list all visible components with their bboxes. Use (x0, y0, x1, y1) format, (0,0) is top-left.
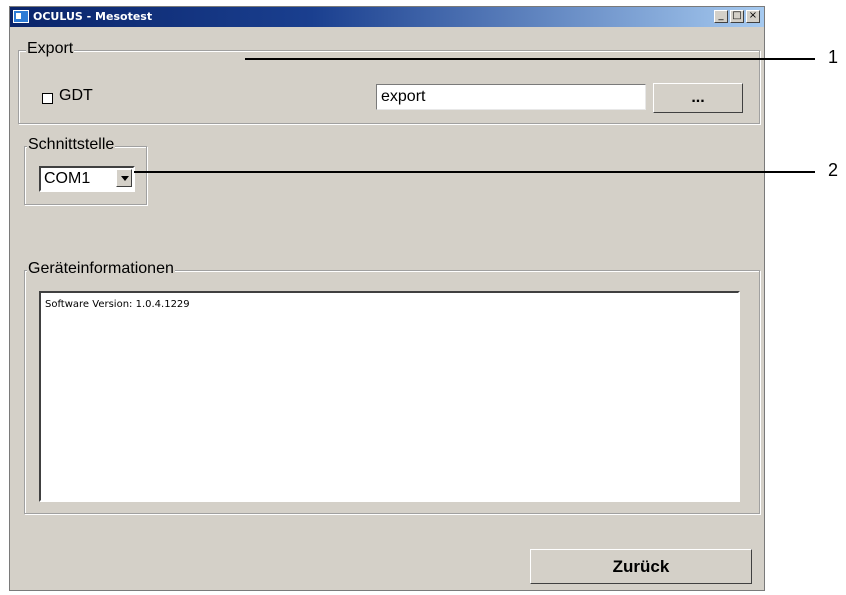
window-title: OCULUS - Mesotest (33, 10, 153, 23)
com-port-value: COM1 (44, 170, 91, 187)
com-port-select[interactable]: COM1 (39, 166, 135, 192)
maximize-button[interactable]: □ (730, 10, 744, 23)
gdt-checkbox[interactable] (42, 93, 53, 104)
callout-2-line (134, 171, 815, 173)
callout-1-number: 1 (828, 47, 839, 67)
callout-2-number: 2 (828, 160, 839, 180)
gdt-label: GDT (59, 87, 93, 104)
device-info-group: Geräteinformationen Software Version: 1.… (24, 260, 760, 514)
browse-button[interactable]: ... (653, 83, 743, 113)
interface-legend: Schnittstelle (27, 136, 116, 154)
callout-1-line (245, 58, 815, 60)
device-info-text: Software Version: 1.0.4.1229 (39, 291, 740, 502)
app-icon (13, 10, 29, 23)
window-controls: _ □ × (714, 10, 760, 23)
export-legend: Export (26, 40, 75, 58)
title-bar[interactable]: OCULUS - Mesotest _ □ × (10, 7, 764, 27)
interface-group: Schnittstelle COM1 (24, 136, 147, 205)
app-window: OCULUS - Mesotest _ □ × Export GDT expor… (9, 6, 765, 591)
chevron-down-icon[interactable] (116, 169, 132, 187)
close-button[interactable]: × (746, 10, 760, 23)
minimize-button[interactable]: _ (714, 10, 728, 23)
back-button[interactable]: Zurück (530, 549, 752, 584)
export-group: Export GDT export ... (18, 40, 760, 124)
export-path-input[interactable]: export (376, 84, 646, 110)
device-info-legend: Geräteinformationen (27, 260, 175, 278)
